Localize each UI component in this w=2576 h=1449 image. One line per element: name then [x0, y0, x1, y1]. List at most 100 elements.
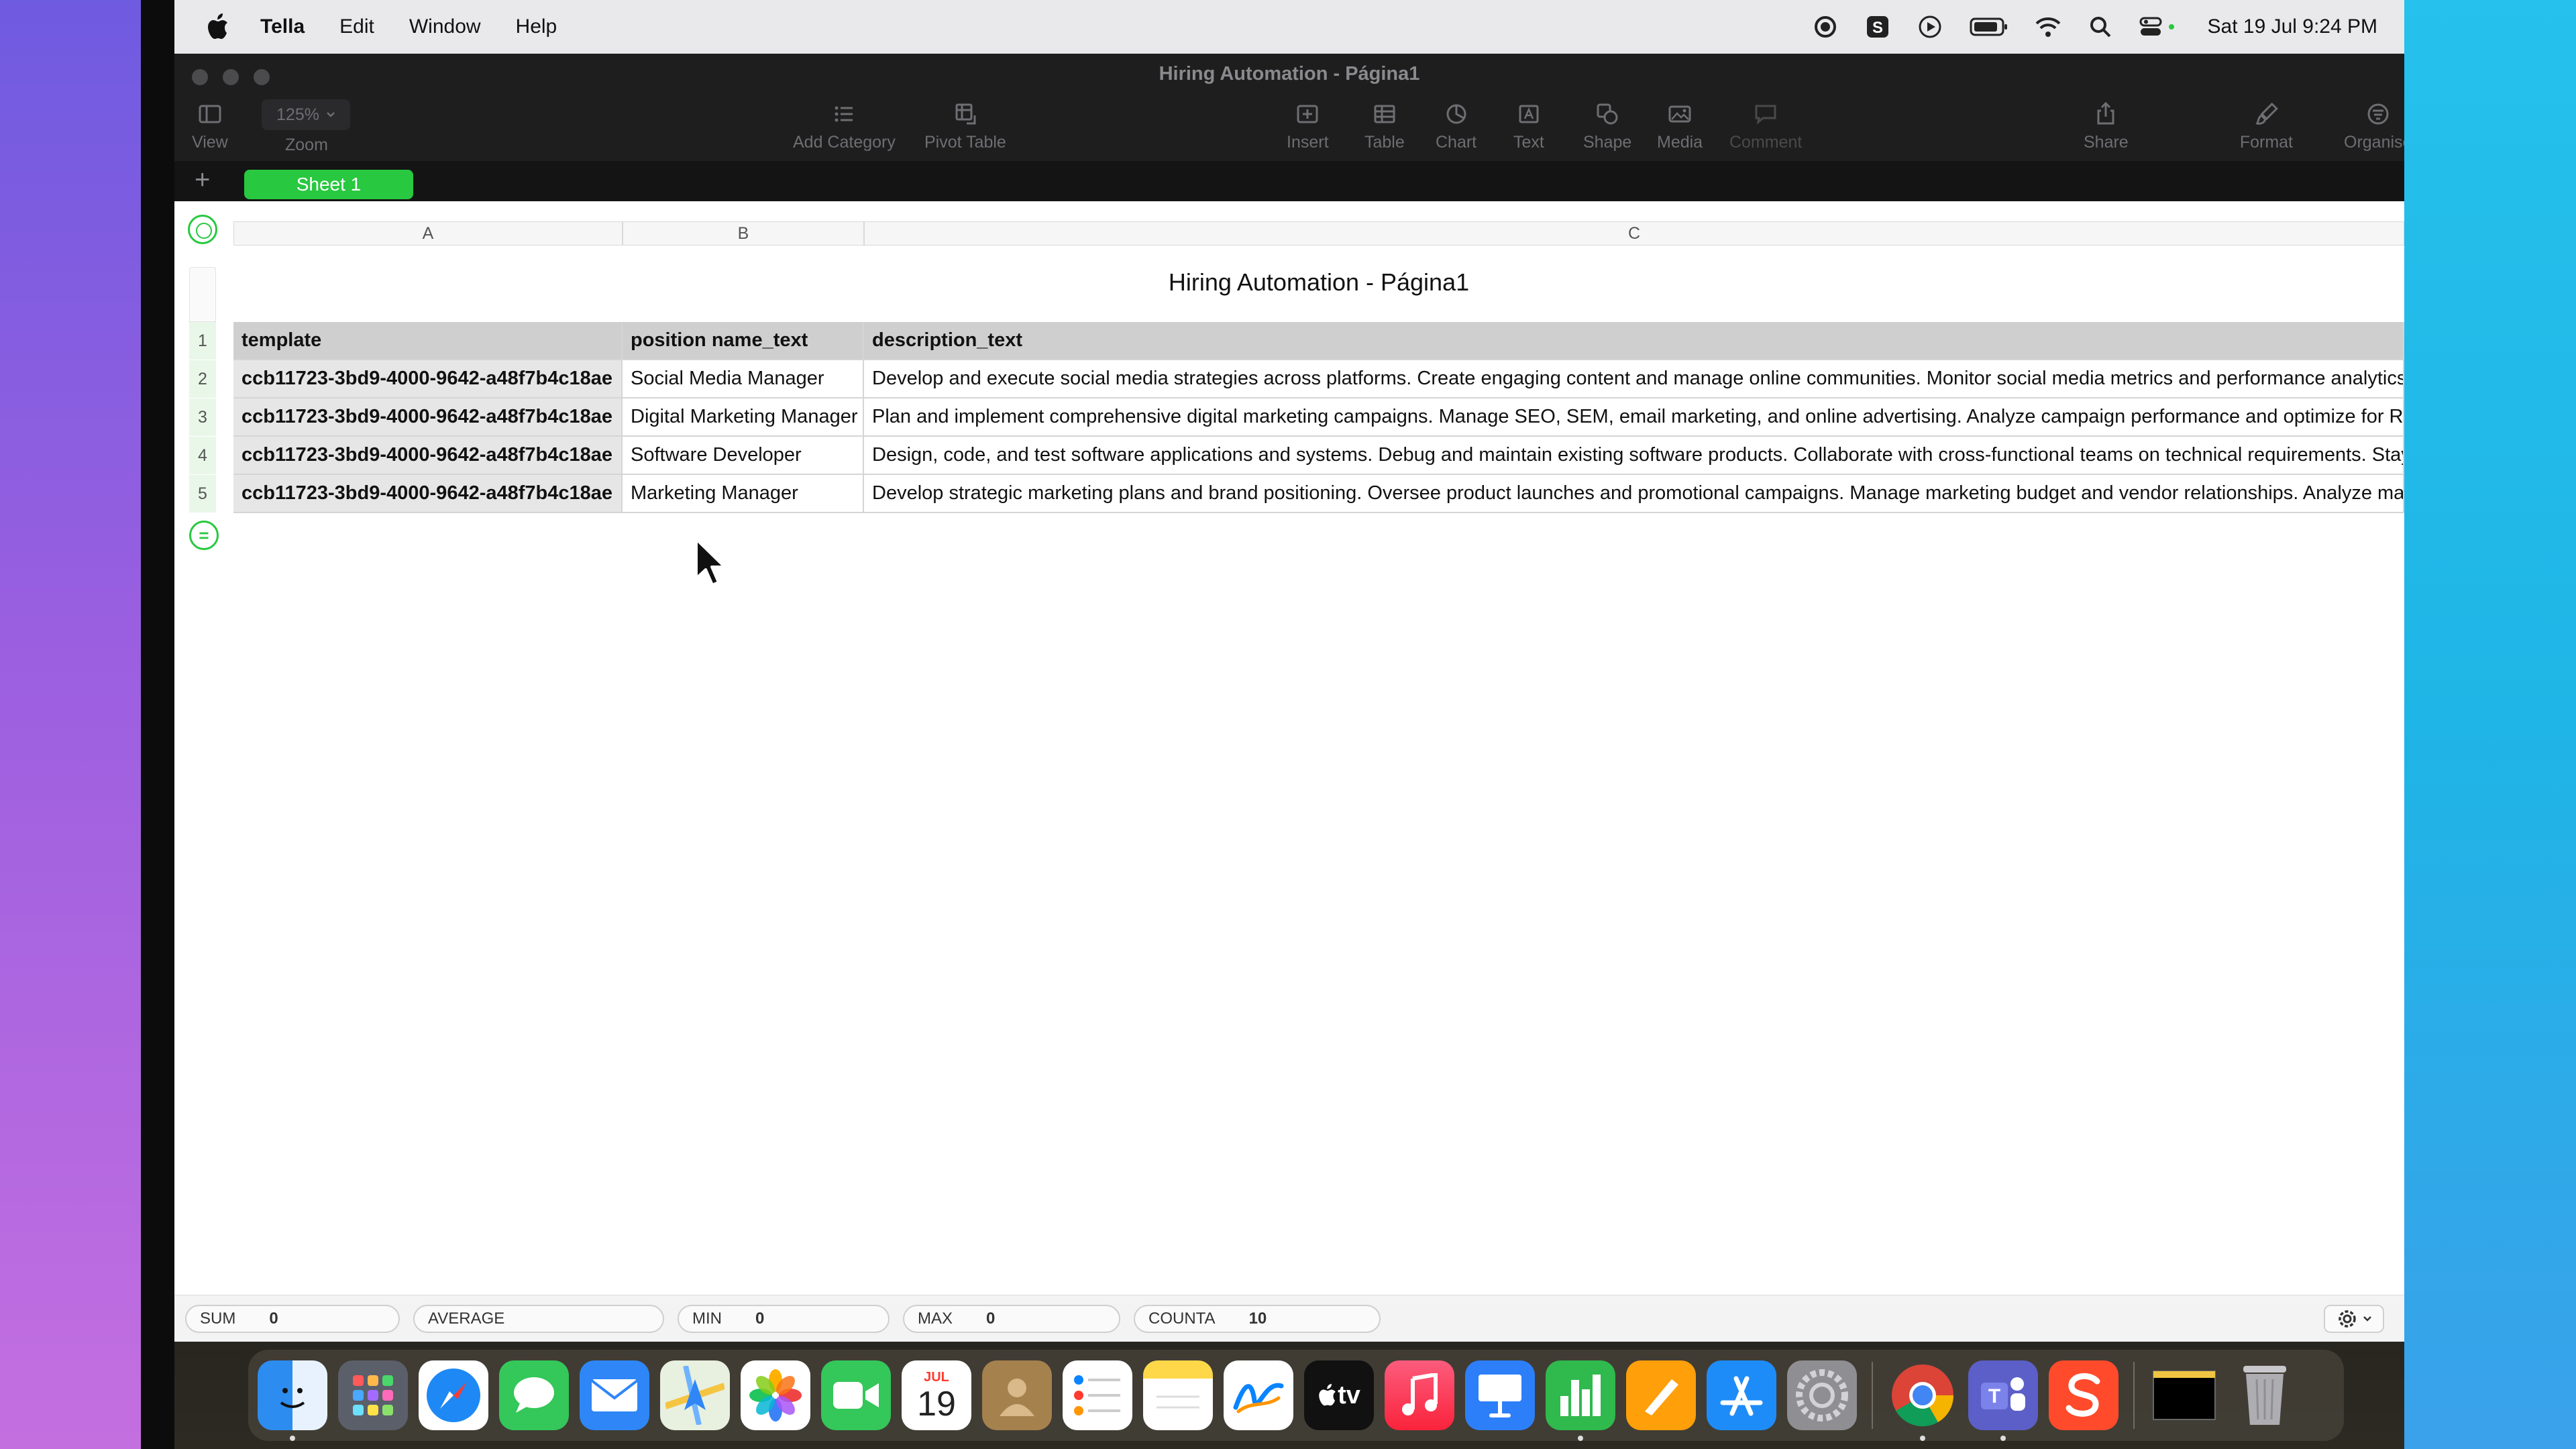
comment-button[interactable]: Comment — [1729, 101, 1802, 152]
max-stat[interactable]: MAX 0 — [903, 1305, 1120, 1333]
control-center-icon[interactable] — [2139, 13, 2177, 40]
apple-tv-icon[interactable]: tv — [1304, 1360, 1374, 1430]
table-icon — [1374, 105, 1395, 123]
counta-stat[interactable]: COUNTA 10 — [1134, 1305, 1381, 1333]
reminders-icon[interactable] — [1063, 1360, 1132, 1430]
teams-icon[interactable]: T — [1968, 1360, 2038, 1441]
row-header-5[interactable]: 5 — [189, 475, 216, 513]
row-header-3[interactable]: 3 — [189, 398, 216, 437]
dock-separator — [2133, 1362, 2135, 1429]
facetime-icon[interactable] — [821, 1360, 891, 1430]
cell-template[interactable]: ccb11723-3bd9-4000-9642-a48f7b4c18ae — [233, 437, 623, 475]
contacts-icon[interactable] — [982, 1360, 1052, 1430]
notes-icon[interactable] — [1143, 1360, 1213, 1430]
insert-icon — [1297, 105, 1318, 123]
column-header-a[interactable]: A — [233, 221, 623, 246]
play-icon[interactable] — [1917, 13, 1943, 40]
cell-description[interactable]: Design, code, and test software applicat… — [864, 437, 2404, 475]
app-store-icon[interactable] — [1707, 1360, 1776, 1430]
counta-label: COUNTA — [1148, 1309, 1216, 1328]
min-label: MIN — [692, 1309, 722, 1328]
cell-description[interactable]: Plan and implement comprehensive digital… — [864, 398, 2404, 437]
row-header-2[interactable]: 2 — [189, 360, 216, 398]
column-header-c[interactable]: C — [864, 221, 2404, 246]
format-button[interactable]: Format — [2240, 101, 2293, 152]
cell-description[interactable]: Develop and execute social media strateg… — [864, 360, 2404, 398]
average-stat[interactable]: AVERAGE — [413, 1305, 664, 1333]
tab-sheet-1[interactable]: Sheet 1 — [244, 170, 413, 199]
zoom-select[interactable]: 125% — [262, 99, 350, 130]
media-button[interactable]: Media — [1657, 101, 1703, 152]
s-app-status-icon[interactable]: S — [1864, 13, 1891, 40]
messages-icon[interactable] — [499, 1360, 569, 1430]
text-button[interactable]: Text — [1513, 101, 1544, 152]
row-headers: 1 2 3 4 5 — [189, 322, 216, 513]
cell-template[interactable]: ccb11723-3bd9-4000-9642-a48f7b4c18ae — [233, 398, 623, 437]
pages-icon[interactable] — [1626, 1360, 1696, 1430]
apple-icon[interactable] — [207, 13, 229, 40]
battery-icon[interactable] — [1969, 13, 2009, 40]
numbers-icon[interactable] — [1546, 1360, 1615, 1441]
trash-icon[interactable] — [2230, 1360, 2300, 1430]
freeform-icon[interactable] — [1224, 1360, 1293, 1430]
sum-stat[interactable]: SUM 0 — [185, 1305, 400, 1333]
mail-icon[interactable] — [580, 1360, 649, 1430]
status-settings-button[interactable] — [2324, 1305, 2384, 1333]
finder-icon[interactable] — [258, 1360, 327, 1441]
header-cell-template[interactable]: template — [233, 322, 623, 360]
system-settings-icon[interactable] — [1787, 1360, 1857, 1430]
menu-help[interactable]: Help — [516, 15, 557, 38]
dock: JUL 19 tv T — [248, 1350, 2344, 1441]
photos-icon[interactable] — [741, 1360, 810, 1430]
pivot-table-button[interactable]: Pivot Table — [924, 101, 1006, 152]
music-icon[interactable] — [1385, 1360, 1454, 1430]
search-icon[interactable] — [2087, 13, 2114, 40]
header-cell-description[interactable]: description_text — [864, 322, 2404, 360]
cell-position[interactable]: Digital Marketing Manager — [623, 398, 864, 437]
chrome-icon[interactable] — [1888, 1360, 1957, 1441]
organise-button[interactable]: Organise — [2344, 101, 2404, 152]
sheet-canvas: A B C Hiring Automation - Página1 1 2 3 … — [174, 201, 2404, 1275]
header-cell-position[interactable]: position name_text — [623, 322, 864, 360]
share-icon — [2097, 101, 2114, 125]
view-button[interactable]: View — [192, 101, 228, 152]
min-stat[interactable]: MIN 0 — [678, 1305, 890, 1333]
cell-position[interactable]: Software Developer — [623, 437, 864, 475]
table-select-handle[interactable] — [188, 215, 217, 244]
wifi-icon[interactable] — [2035, 13, 2061, 40]
column-header-b[interactable]: B — [623, 221, 864, 246]
safari-icon[interactable] — [419, 1360, 488, 1430]
data-table: template position name_text description_… — [233, 322, 2404, 513]
calendar-icon[interactable]: JUL 19 — [902, 1360, 971, 1430]
cell-template[interactable]: ccb11723-3bd9-4000-9642-a48f7b4c18ae — [233, 360, 623, 398]
add-row-handle[interactable]: = — [189, 521, 219, 550]
cell-template[interactable]: ccb11723-3bd9-4000-9642-a48f7b4c18ae — [233, 475, 623, 513]
maps-icon[interactable] — [660, 1360, 730, 1430]
s-app-icon[interactable] — [2049, 1360, 2118, 1430]
media-icon — [1668, 105, 1691, 123]
menu-edit[interactable]: Edit — [339, 15, 374, 38]
keynote-icon[interactable] — [1465, 1360, 1535, 1430]
menu-app-name[interactable]: Tella — [260, 15, 305, 38]
table-title[interactable]: Hiring Automation - Página1 — [233, 268, 2404, 297]
shape-button[interactable]: Shape — [1583, 101, 1631, 152]
add-sheet-button[interactable]: + — [195, 165, 210, 195]
row-header-4[interactable]: 4 — [189, 437, 216, 475]
table-button[interactable]: Table — [1364, 101, 1405, 152]
menu-window[interactable]: Window — [409, 15, 481, 38]
table-row: ccb11723-3bd9-4000-9642-a48f7b4c18ae Soc… — [233, 360, 2404, 398]
add-category-button[interactable]: Add Category — [793, 101, 896, 152]
row-header-1[interactable]: 1 — [189, 322, 216, 360]
share-button[interactable]: Share — [2084, 101, 2129, 152]
insert-button[interactable]: Insert — [1287, 101, 1329, 152]
list-icon — [835, 106, 853, 122]
record-icon[interactable] — [1812, 13, 1839, 40]
chart-button[interactable]: Chart — [1436, 101, 1477, 152]
cell-position[interactable]: Social Media Manager — [623, 360, 864, 398]
menubar-clock[interactable]: Sat 19 Jul 9:24 PM — [2208, 15, 2377, 38]
cell-position[interactable]: Marketing Manager — [623, 475, 864, 513]
cell-description[interactable]: Develop strategic marketing plans and br… — [864, 475, 2404, 513]
window-preview[interactable] — [2149, 1360, 2219, 1430]
pivot-table-label: Pivot Table — [924, 133, 1006, 152]
launchpad-icon[interactable] — [338, 1360, 408, 1430]
